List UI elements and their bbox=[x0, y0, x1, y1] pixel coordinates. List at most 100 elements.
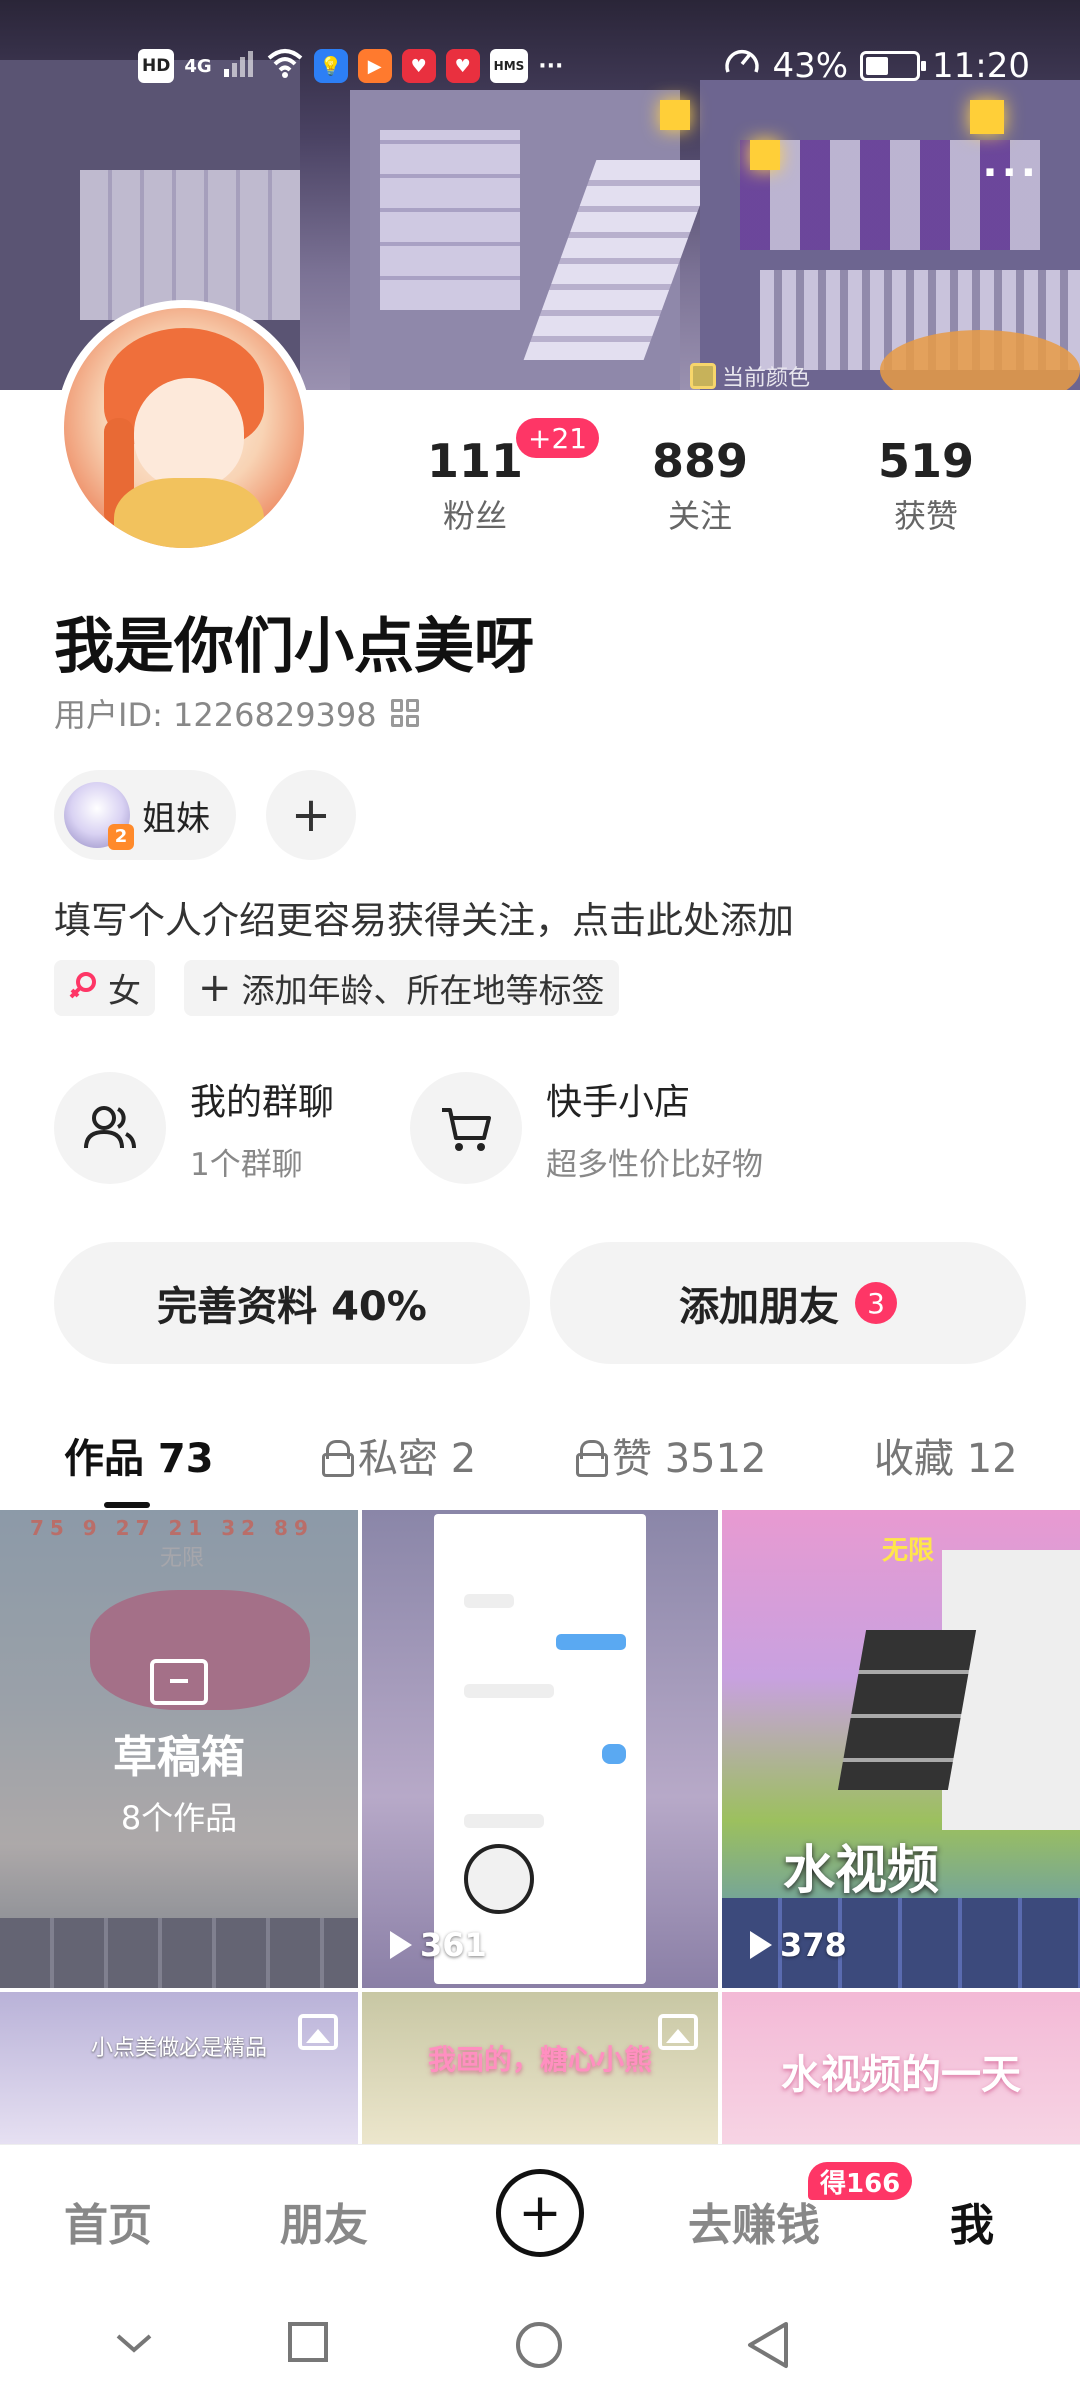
plus-icon: + bbox=[198, 965, 232, 1011]
chat-screenshot bbox=[434, 1514, 646, 1984]
lock-icon bbox=[322, 1440, 354, 1477]
video-cell[interactable]: 水视频的一天 bbox=[722, 1992, 1080, 2144]
user-id: 用户ID: 1226829398 bbox=[54, 696, 377, 734]
group-chat-title: 我的群聊 bbox=[190, 1081, 335, 1123]
followers-count: 111 bbox=[426, 434, 524, 488]
chat-bubble bbox=[464, 1684, 554, 1698]
hms-icon: HMS bbox=[489, 49, 529, 83]
status-bar: HD 4G 💡 ▶ ♥ ♥ HMS ··· 43% 11:20 bbox=[0, 0, 1080, 130]
tab-private[interactable]: 私密 2 bbox=[322, 1426, 476, 1484]
network-type: 4G bbox=[184, 55, 212, 77]
play-count-value: 361 bbox=[420, 1926, 487, 1964]
new-followers-badge: +21 bbox=[516, 418, 600, 458]
recents-icon[interactable] bbox=[286, 2320, 330, 2368]
add-chip-button[interactable]: + bbox=[266, 770, 356, 860]
add-friend-count-badge: 3 bbox=[855, 1282, 897, 1324]
shop-title: 快手小店 bbox=[546, 1081, 691, 1123]
profile-name: 我是你们小点美呀 bbox=[54, 612, 534, 682]
status-left: HD 4G 💡 ▶ ♥ ♥ HMS ··· bbox=[138, 48, 563, 84]
wifi-icon bbox=[266, 48, 304, 84]
draft-box-cell[interactable]: 75 9 27 21 32 89 无限 草稿箱 8个作品 bbox=[0, 1510, 358, 1988]
plus-icon: + bbox=[518, 2183, 562, 2243]
complete-profile-button[interactable]: 完善资料 40% bbox=[54, 1242, 530, 1364]
group-chat-entry[interactable]: 我的群聊 1个群聊 bbox=[54, 1072, 334, 1184]
group-chat-icon bbox=[54, 1072, 166, 1184]
battery-icon bbox=[860, 50, 927, 81]
play-count-value: 378 bbox=[780, 1926, 847, 1964]
cart-icon bbox=[410, 1072, 522, 1184]
chat-bubble bbox=[556, 1634, 626, 1650]
video-cell[interactable]: 361 bbox=[362, 1510, 718, 1988]
likes-label: 获赞 bbox=[893, 496, 958, 535]
stat-following[interactable]: 889 关注 bbox=[640, 436, 760, 537]
group-chip-label: 姐妹 bbox=[142, 798, 210, 839]
folder-icon bbox=[150, 1659, 208, 1705]
banner-caption-text: 当前颜色 bbox=[722, 366, 811, 390]
tab-liked-label: 赞 3512 bbox=[612, 1436, 767, 1482]
gender-label: 女 bbox=[108, 971, 141, 1010]
nav-friends[interactable]: 朋友 bbox=[280, 2189, 368, 2253]
shop-subtitle: 超多性价比好物 bbox=[546, 1146, 763, 1183]
following-label: 关注 bbox=[667, 496, 732, 535]
play-count: 378 bbox=[750, 1926, 847, 1964]
image-post-cell[interactable]: 小点美做必是精品 bbox=[0, 1992, 358, 2144]
nav-me[interactable]: 我 bbox=[950, 2189, 994, 2253]
add-tags-button[interactable]: + 添加年龄、所在地等标签 bbox=[184, 960, 619, 1016]
collapse-icon[interactable] bbox=[112, 2320, 156, 2368]
qr-code-icon[interactable] bbox=[390, 699, 419, 727]
system-nav-bar bbox=[0, 2284, 1080, 2400]
video-caption: 水视频 bbox=[782, 1841, 939, 1901]
stat-likes[interactable]: 519 获赞 bbox=[866, 436, 986, 537]
bottom-nav: 首页 朋友 + 去赚钱 我 bbox=[0, 2144, 1080, 2284]
tab-works[interactable]: 作品 73 bbox=[64, 1426, 214, 1484]
followers-label: 粉丝 bbox=[442, 496, 507, 535]
earn-badge: 得166 bbox=[808, 2162, 913, 2200]
add-tags-label: 添加年龄、所在地等标签 bbox=[241, 971, 605, 1010]
chat-bubble bbox=[464, 1814, 544, 1828]
nav-home[interactable]: 首页 bbox=[64, 2189, 152, 2253]
banner-caption: 当前颜色 bbox=[690, 360, 810, 390]
avatar-body bbox=[114, 478, 264, 548]
shop-entry[interactable]: 快手小店 超多性价比好物 bbox=[410, 1072, 763, 1184]
panda-sticker bbox=[464, 1844, 534, 1914]
play-icon bbox=[750, 1931, 772, 1959]
user-id-row[interactable]: 用户ID: 1226829398 bbox=[54, 690, 419, 736]
group-chip[interactable]: 2 姐妹 bbox=[54, 770, 236, 860]
stat-followers[interactable]: 111 粉丝 bbox=[420, 436, 530, 537]
following-count: 889 bbox=[651, 434, 749, 488]
more-options-icon[interactable]: ··· bbox=[982, 150, 1040, 196]
profile-intro[interactable]: 填写个人介绍更容易获得关注，点击此处添加 bbox=[54, 890, 794, 944]
chat-bubble bbox=[602, 1744, 626, 1764]
bulb-app-icon: 💡 bbox=[313, 49, 348, 83]
plus-icon: + bbox=[290, 787, 332, 843]
tab-works-label: 作品 73 bbox=[64, 1436, 214, 1482]
likes-count: 519 bbox=[877, 434, 975, 488]
banner-scenery bbox=[380, 130, 520, 310]
avatar[interactable] bbox=[56, 300, 312, 556]
play-icon bbox=[390, 1931, 412, 1959]
tab-liked[interactable]: 赞 3512 bbox=[576, 1426, 767, 1484]
create-button[interactable]: + bbox=[496, 2169, 584, 2257]
clock: 11:20 bbox=[932, 45, 1030, 86]
lantern-light bbox=[750, 140, 780, 170]
image-post-cell[interactable]: 我画的，糖心小熊 bbox=[362, 1992, 718, 2144]
nav-earn[interactable]: 去赚钱 bbox=[688, 2189, 820, 2253]
chat-bubble bbox=[464, 1594, 514, 1608]
add-friend-button[interactable]: 添加朋友 3 bbox=[550, 1242, 1026, 1364]
hd-indicator: HD bbox=[138, 49, 175, 83]
gender-tag[interactable]: 女 bbox=[54, 960, 155, 1016]
heart-app-icon: ♥ bbox=[401, 49, 436, 83]
home-icon[interactable] bbox=[514, 2320, 564, 2374]
back-icon[interactable] bbox=[744, 2320, 792, 2374]
avatar-face bbox=[134, 378, 244, 488]
lock-icon bbox=[576, 1440, 608, 1477]
female-icon bbox=[68, 969, 98, 1008]
active-tab-indicator bbox=[104, 1502, 150, 1508]
tab-favorites[interactable]: 收藏 12 bbox=[874, 1426, 1018, 1484]
video-cell[interactable]: 无限 水视频 378 bbox=[722, 1510, 1080, 1988]
play-count: 361 bbox=[390, 1926, 487, 1964]
banner-scenery bbox=[80, 170, 300, 320]
draft-overlay: 草稿箱 8个作品 bbox=[0, 1510, 358, 1988]
more-notifications-icon: ··· bbox=[538, 53, 564, 79]
color-swatch-icon bbox=[690, 363, 716, 389]
